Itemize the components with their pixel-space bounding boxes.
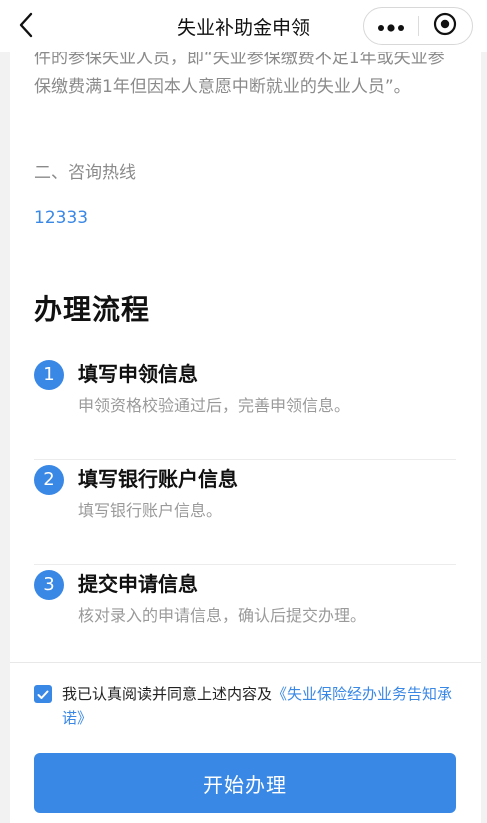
checkmark-icon bbox=[37, 685, 49, 704]
more-dots-icon bbox=[377, 17, 405, 36]
hotline-number-link[interactable]: 12333 bbox=[34, 208, 88, 228]
process-step: 2 填写银行账户信息 填写银行账户信息。 bbox=[34, 459, 456, 565]
back-button[interactable] bbox=[18, 12, 52, 42]
nav-bar: 失业补助金申领 bbox=[0, 0, 487, 52]
content-area[interactable]: 件的参保失业人员，即“失业参保缴费不足1年或失业参保缴费满1年但因本人意愿中断就… bbox=[10, 52, 481, 662]
bottom-action-panel: 我已认真阅读并同意上述内容及《失业保险经办业务告知承诺》 开始办理 bbox=[10, 662, 481, 823]
step-description: 申领资格校验通过后，完善申领信息。 bbox=[78, 396, 351, 415]
step-number-badge: 1 bbox=[34, 360, 64, 390]
step-number-badge: 3 bbox=[34, 570, 64, 600]
process-title: 办理流程 bbox=[34, 293, 151, 326]
app-screen: 失业补助金申领 件的参保失业人员，即“失业参保缴费不足1年或失业参保缴费满1年但… bbox=[0, 0, 487, 823]
step-title: 提交申请信息 bbox=[78, 572, 198, 596]
step-description: 填写银行账户信息。 bbox=[78, 501, 223, 520]
chevron-left-icon bbox=[18, 12, 34, 42]
step-title: 填写申领信息 bbox=[78, 362, 198, 386]
start-application-button[interactable]: 开始办理 bbox=[34, 753, 456, 813]
eligibility-notice: 件的参保失业人员，即“失业参保缴费不足1年或失业参保缴费满1年但因本人意愿中断就… bbox=[34, 52, 445, 97]
agreement-label: 我已认真阅读并同意上述内容及 bbox=[62, 685, 273, 703]
step-title: 填写银行账户信息 bbox=[78, 467, 238, 491]
hotline-heading: 二、咨询热线 bbox=[34, 163, 136, 183]
mini-program-capsule bbox=[363, 7, 473, 45]
step-number-badge: 2 bbox=[34, 465, 64, 495]
step-description: 核对录入的申请信息，确认后提交办理。 bbox=[78, 606, 367, 625]
agreement-checkbox[interactable] bbox=[34, 685, 52, 703]
target-circle-icon bbox=[433, 12, 457, 40]
close-program-button[interactable] bbox=[418, 8, 472, 44]
agreement-text: 我已认真阅读并同意上述内容及《失业保险经办业务告知承诺》 bbox=[62, 682, 462, 730]
process-step: 3 提交申请信息 核对录入的申请信息，确认后提交办理。 bbox=[34, 564, 456, 662]
process-step: 1 填写申领信息 申领资格校验通过后，完善申领信息。 bbox=[34, 354, 456, 460]
more-button[interactable] bbox=[364, 8, 418, 44]
